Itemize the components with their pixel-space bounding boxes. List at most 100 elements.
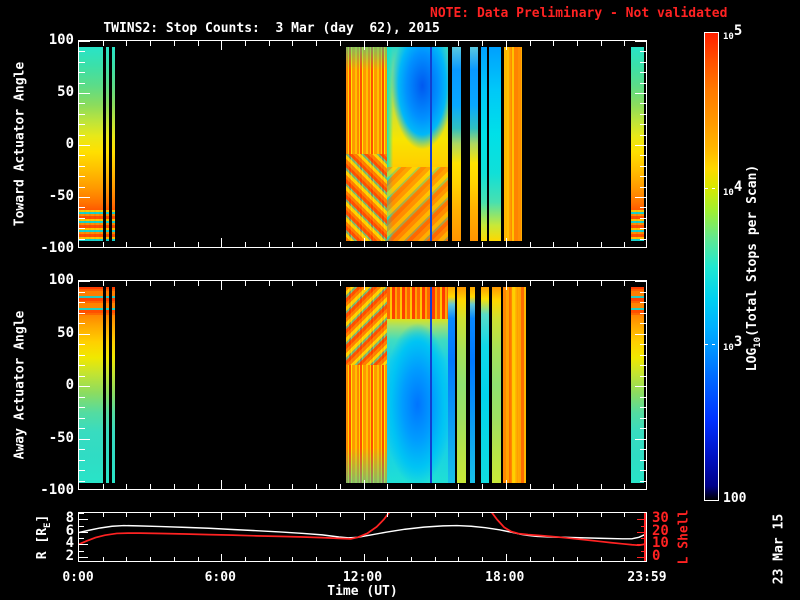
spectrogram-band-cool-col [489, 47, 502, 241]
y-tick [79, 354, 85, 356]
y-tick [640, 61, 646, 63]
y-tick [79, 165, 85, 167]
spectrogram-band-green-col [457, 287, 467, 483]
x-tick [600, 513, 602, 517]
x-tick [529, 242, 531, 247]
time-tick-label: 6:00 [204, 570, 236, 585]
spectrogram-band-cool-col2 [469, 287, 476, 483]
y-tick [79, 61, 85, 63]
x-tick [268, 557, 270, 561]
y-tick [79, 459, 85, 461]
y-tick [640, 186, 646, 188]
r-minor-tick [79, 550, 84, 552]
y-tick [640, 217, 646, 219]
x-tick [529, 281, 531, 286]
y-tick [79, 197, 90, 198]
x-tick [458, 557, 460, 561]
spectrogram-band-tw-col [469, 47, 478, 241]
spectrogram-band-warm-noise [346, 47, 388, 241]
cb-tick-base: 10 [723, 187, 734, 198]
y-tick [79, 386, 90, 387]
spectrogram-band-tw-main [111, 47, 115, 241]
colorbar-label-sub: 10 [752, 336, 763, 348]
r-tick [79, 531, 88, 533]
y-tick [79, 417, 85, 419]
cb-tick-exponent: 3 [733, 334, 743, 351]
spectrogram-band-tw-smooth [387, 47, 448, 241]
x-tick [173, 41, 175, 46]
x-tick [529, 41, 531, 46]
y-tick [79, 449, 85, 450]
y-tick [79, 344, 85, 345]
y-tick [79, 51, 85, 53]
x-tick [553, 557, 555, 561]
x-tick [576, 41, 578, 46]
colorbar-tick-label: 103 [723, 335, 742, 356]
y-tick-label: -50 [48, 429, 74, 446]
y-tick-label: 50 [57, 84, 74, 100]
x-tick [600, 557, 602, 561]
x-tick [482, 281, 483, 286]
x-tick [316, 281, 318, 286]
x-tick [553, 41, 555, 46]
x-tick [410, 513, 412, 517]
y-tick [640, 365, 646, 366]
cb-tick-exponent: 4 [733, 178, 743, 195]
y-tick [640, 291, 646, 293]
y-tick-label: -100 [40, 482, 74, 498]
y-tick [79, 238, 85, 240]
y-tick [640, 312, 646, 314]
y-tick [640, 396, 646, 398]
y-tick [635, 93, 646, 94]
y-tick [640, 449, 646, 450]
y-tick [79, 103, 85, 105]
x-tick [624, 41, 626, 46]
lshell-axis-spine [644, 513, 646, 561]
y-tick [640, 103, 646, 105]
x-tick [529, 513, 531, 517]
x-tick [221, 480, 223, 489]
colorbar [704, 32, 719, 501]
x-tick [600, 41, 602, 46]
y-tick [79, 312, 85, 314]
y-tick [79, 480, 85, 482]
x-tick [600, 242, 602, 247]
x-tick [197, 557, 199, 561]
x-tick [434, 484, 436, 489]
x-tick [387, 513, 389, 517]
y-tick [640, 82, 646, 84]
time-tick-label: 0:00 [62, 570, 94, 585]
x-tick [458, 242, 460, 247]
x-tick [339, 41, 341, 46]
x-tick [316, 242, 318, 247]
x-tick [576, 557, 578, 561]
x-tick [173, 484, 175, 489]
x-tick [482, 242, 483, 247]
spectrogram-vline [429, 287, 432, 483]
spectrogram-band-cool-col [480, 47, 487, 241]
x-tick [245, 557, 246, 561]
y-tick [635, 438, 646, 440]
y-tick [640, 51, 646, 53]
orbit-line-panel [78, 512, 647, 562]
x-tick [197, 281, 199, 286]
x-tick [505, 41, 507, 50]
away-angle-axis-label: Away Actuator Angle [12, 310, 28, 460]
x-tick [624, 557, 626, 561]
x-tick [387, 484, 389, 489]
y-tick [640, 155, 646, 157]
y-tick [79, 375, 85, 377]
y-tick [79, 470, 85, 471]
toward-spectrogram-panel [78, 40, 647, 248]
spectrogram-band-tw-main [630, 47, 645, 241]
x-tick [173, 242, 175, 247]
spectrogram-band-aw-main [105, 287, 110, 483]
x-tick [482, 557, 483, 561]
x-tick [505, 513, 507, 520]
lshell-tick-label: 0 [652, 547, 661, 564]
x-tick [292, 557, 294, 561]
x-tick [387, 242, 389, 247]
x-tick [553, 242, 555, 247]
spectrogram-band-warm-noise2 [346, 287, 388, 483]
x-tick [363, 281, 365, 290]
